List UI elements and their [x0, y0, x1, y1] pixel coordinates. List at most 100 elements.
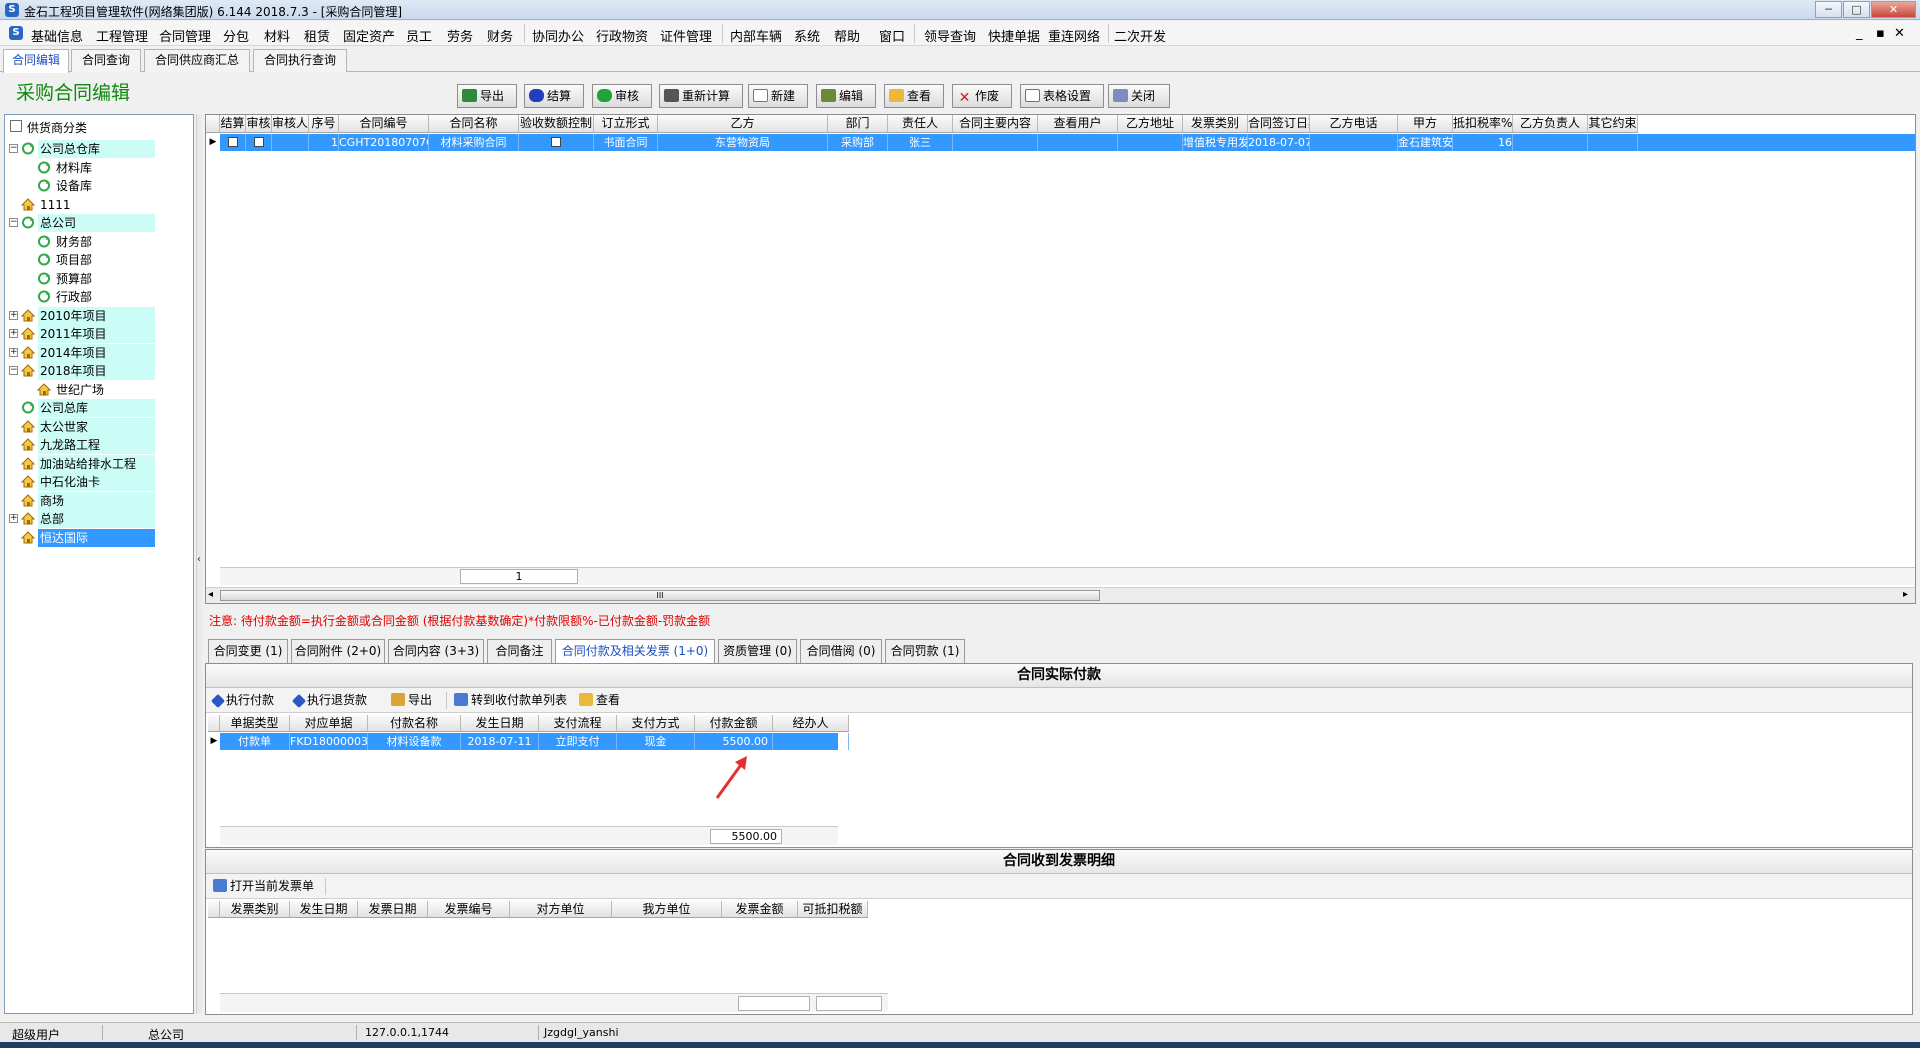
row-checkbox[interactable]: [227, 137, 238, 147]
close-page-button[interactable]: 关闭: [1108, 84, 1170, 108]
menu-help[interactable]: 帮助: [834, 26, 860, 45]
column-header-payment-name[interactable]: 付款名称: [368, 715, 461, 732]
mdi-minimize-button[interactable]: _: [1856, 26, 1863, 41]
tree-expander-icon[interactable]: +: [9, 310, 18, 320]
cell-doc-type[interactable]: 付款单: [220, 733, 290, 750]
tree-expander-icon[interactable]: +: [9, 347, 18, 357]
column-header-contract-name[interactable]: 合同名称: [429, 115, 519, 133]
tree-node[interactable]: 太公世家: [5, 417, 193, 436]
tree-node[interactable]: − 2018年项目: [5, 362, 193, 380]
cell-method[interactable]: 现金: [617, 733, 695, 750]
tree-node[interactable]: + 总部: [5, 510, 193, 528]
column-header-form[interactable]: 订立形式: [594, 115, 658, 133]
detail-tab-0[interactable]: 合同变更 (1): [208, 639, 288, 663]
tree-node[interactable]: +2010年项目: [5, 306, 193, 325]
scroll-thumb[interactable]: III: [220, 590, 1100, 601]
cell-other-terms[interactable]: [1588, 134, 1638, 151]
cell-party-b-phone[interactable]: [1310, 134, 1398, 151]
grid-settings-button[interactable]: 表格设置: [1020, 84, 1104, 108]
tree-expander-icon[interactable]: +: [9, 514, 18, 523]
cell-acceptance-control[interactable]: [519, 134, 594, 151]
maximize-button[interactable]: □: [1843, 1, 1870, 18]
column-header-seq[interactable]: 序号: [309, 115, 339, 133]
void-button[interactable]: ✕ 作废: [952, 84, 1012, 108]
column-header-party-b-address[interactable]: 乙方地址: [1118, 115, 1183, 133]
detail-tab-6[interactable]: 合同借阅 (0): [800, 639, 882, 663]
new-button[interactable]: 新建: [748, 84, 808, 108]
tab-contract-edit[interactable]: 合同编辑: [3, 49, 69, 73]
tree-expander-icon[interactable]: −: [9, 144, 18, 153]
menu-labor[interactable]: 劳务: [447, 26, 473, 45]
tree-node[interactable]: 商场: [5, 491, 193, 510]
mdi-close-button[interactable]: ✕: [1894, 26, 1905, 41]
table-row[interactable]: 付款单 FKD180000036 材料设备款 2018-07-11 立即支付 现金 5500…: [220, 733, 849, 750]
column-header-invoice-type[interactable]: 发票类别: [220, 901, 290, 918]
cell-seq[interactable]: 1: [309, 134, 339, 151]
cell-viewer[interactable]: [1038, 134, 1118, 151]
cell-sign-date[interactable]: 2018-07-07: [1248, 134, 1310, 151]
cell-contract-name[interactable]: 材料采购合同: [429, 134, 519, 151]
column-header-method[interactable]: 支付方式: [617, 715, 695, 732]
tree-node[interactable]: 中石化油卡: [5, 473, 193, 491]
menu-contract-mgmt[interactable]: 合同管理: [159, 26, 211, 45]
cell-auditor[interactable]: [272, 134, 309, 151]
menu-vehicles[interactable]: 内部车辆: [730, 26, 782, 45]
tab-supplier-summary[interactable]: 合同供应商汇总: [144, 49, 250, 72]
menu-subcontract[interactable]: 分包: [223, 26, 249, 45]
column-header-deductible-tax[interactable]: 可抵扣税额: [798, 901, 868, 918]
horizontal-scrollbar[interactable]: ◂ III ▸: [206, 587, 1915, 603]
column-header-main-content[interactable]: 合同主要内容: [953, 115, 1038, 133]
tree-node[interactable]: − 公司总仓库: [5, 140, 193, 158]
tab-contract-query[interactable]: 合同查询: [71, 49, 141, 72]
detail-tab-3[interactable]: 合同备注: [487, 639, 552, 663]
cell-party-b[interactable]: 东营物资局: [658, 134, 828, 151]
cell-flow[interactable]: 立即支付: [539, 733, 617, 750]
cell-party-a[interactable]: 金石建筑安: [1398, 134, 1453, 151]
column-header-counterparty[interactable]: 对方单位: [510, 901, 612, 918]
cell-invoice-type[interactable]: 增值税专用发: [1183, 134, 1248, 151]
tree-node[interactable]: 世纪广场: [5, 381, 193, 399]
execute-refund-button[interactable]: 执行退货款: [291, 688, 367, 713]
execute-payment-button[interactable]: 执行付款: [210, 688, 274, 713]
menu-lease[interactable]: 租赁: [304, 26, 330, 45]
menu-finance[interactable]: 财务: [487, 26, 513, 45]
payment-view-button[interactable]: 查看: [579, 688, 620, 713]
scroll-right-arrow[interactable]: ▸: [1903, 589, 1908, 600]
tab-execution-query[interactable]: 合同执行查询: [253, 49, 347, 72]
column-header-other-terms[interactable]: 其它约束: [1588, 115, 1638, 133]
cell-contract-no[interactable]: CGHT20180707O1: [339, 134, 429, 151]
column-header-audited[interactable]: 审核: [246, 115, 272, 133]
column-header-occur-date[interactable]: 发生日期: [290, 901, 358, 918]
menu-system[interactable]: 系统: [794, 26, 820, 45]
edit-button[interactable]: 编辑: [816, 84, 876, 108]
cell-payment-name[interactable]: 材料设备款: [368, 733, 461, 750]
cell-main-content[interactable]: [953, 134, 1038, 151]
goto-payment-list-button[interactable]: 转到收付款单列表: [454, 688, 567, 713]
detail-tab-1[interactable]: 合同附件 (2+0): [291, 639, 385, 663]
tree-node[interactable]: 财务部: [5, 233, 193, 251]
column-header-our-unit[interactable]: 我方单位: [612, 901, 722, 918]
tree-expander-icon[interactable]: −: [9, 366, 18, 375]
column-header-owner[interactable]: 责任人: [888, 115, 953, 133]
detail-tab-2[interactable]: 合同内容 (3+3): [388, 639, 484, 663]
column-header-flow[interactable]: 支付流程: [539, 715, 617, 732]
column-header-party-b-head[interactable]: 乙方负责人: [1513, 115, 1588, 133]
tree-node[interactable]: +2014年项目: [5, 343, 193, 362]
column-header-doc-type[interactable]: 单据类型: [220, 715, 290, 732]
tree-node[interactable]: 预算部: [5, 270, 193, 288]
tree-node[interactable]: 加油站给排水工程: [5, 454, 193, 473]
menu-fixed-assets[interactable]: 固定资产: [343, 26, 395, 45]
cell-amount[interactable]: 5500.00: [695, 733, 773, 750]
column-header-auditor[interactable]: 审核人: [272, 115, 309, 133]
menu-staff[interactable]: 员工: [406, 26, 432, 45]
menu-app-icon[interactable]: S: [9, 26, 23, 40]
tree-node[interactable]: 九龙路工程: [5, 436, 193, 454]
collapse-arrow-icon[interactable]: ‹: [197, 554, 202, 565]
cell-settled[interactable]: [220, 134, 246, 151]
menu-admin-supplies[interactable]: 行政物资: [596, 26, 648, 45]
settle-button[interactable]: 结算: [524, 84, 584, 108]
tree-node[interactable]: 恒达国际: [5, 528, 193, 547]
cell-handler[interactable]: [773, 733, 849, 750]
detail-tab-5[interactable]: 资质管理 (0): [718, 639, 797, 663]
column-header-party-b-phone[interactable]: 乙方电话: [1310, 115, 1398, 133]
